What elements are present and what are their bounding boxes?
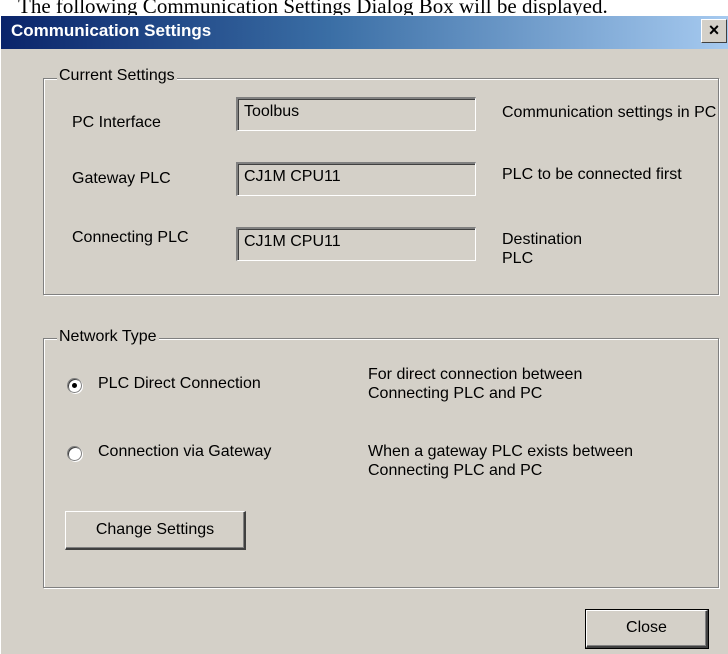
connecting-plc-description: Destination PLC [502,231,583,267]
network-type-legend: Network Type [57,328,159,346]
pc-interface-label: PC Interface [72,114,161,131]
connecting-plc-field: CJ1M CPU11 [236,227,476,261]
close-icon[interactable]: × [701,19,727,43]
plc-direct-connection-label[interactable]: PLC Direct Connection [98,375,261,393]
connection-via-gateway-description: When a gateway PLC exists between Connec… [368,443,634,479]
dialog-title: Communication Settings [11,21,212,40]
change-settings-button[interactable]: Change Settings [65,511,246,550]
plc-direct-connection-description: For direct connection between Connecting… [368,366,583,402]
close-button[interactable]: Close [585,609,709,649]
gateway-plc-label: Gateway PLC [72,170,171,187]
title-bar[interactable]: Communication Settings × [1,16,728,49]
connecting-plc-label: Connecting PLC [72,229,189,246]
connection-via-gateway-radio[interactable] [67,446,82,461]
radio-selected-dot [72,383,77,388]
gateway-plc-field: CJ1M CPU11 [236,162,476,196]
pc-interface-description: Communication settings in PC [502,104,717,121]
current-settings-legend: Current Settings [57,67,177,85]
pc-interface-field: Toolbus [236,97,476,131]
communication-settings-dialog: Communication Settings × Current Setting… [0,15,728,654]
connection-via-gateway-label[interactable]: Connection via Gateway [98,443,271,461]
gateway-plc-description: PLC to be connected first [502,166,682,183]
plc-direct-connection-radio[interactable] [67,378,82,393]
